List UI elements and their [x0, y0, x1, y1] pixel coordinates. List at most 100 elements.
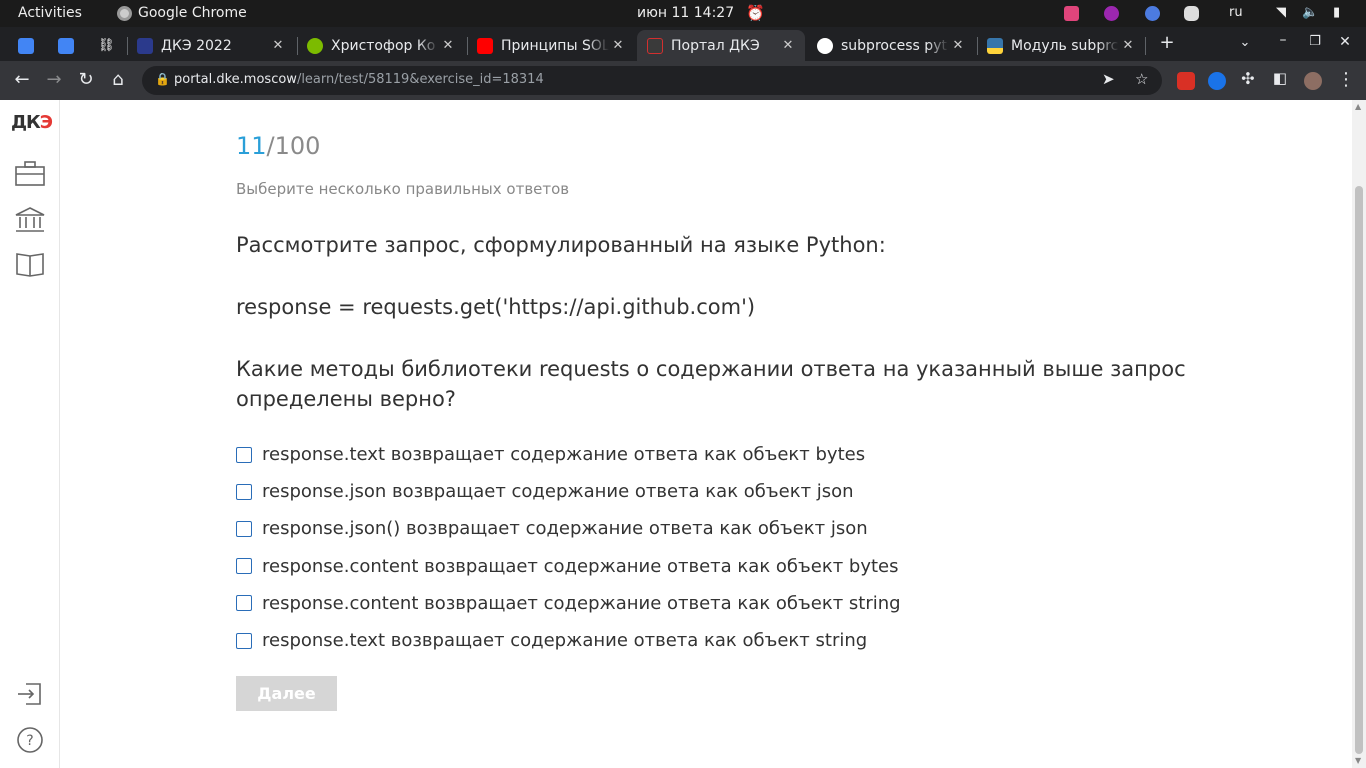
battery-icon[interactable]: ▮ [1333, 5, 1340, 20]
send-icon[interactable]: ➤ [1102, 70, 1115, 88]
tab-dke-portal[interactable]: Портал ДКЭ ✕ [637, 30, 805, 61]
answer-checkbox[interactable] [236, 558, 252, 575]
close-tab-icon[interactable]: ✕ [1119, 38, 1137, 53]
answer-option[interactable]: response.text возвращает содержание отве… [236, 436, 901, 473]
tab-subprocess-search[interactable]: subprocess pyt ✕ [817, 30, 967, 61]
tray-app-icon[interactable] [1064, 6, 1079, 21]
reload-button[interactable]: ↻ [74, 69, 98, 90]
profile-avatar[interactable] [1304, 72, 1322, 90]
bookmark-star-icon[interactable]: ☆ [1135, 70, 1148, 88]
option-label: response.content возвращает содержание о… [262, 592, 901, 614]
scroll-down-arrow-icon[interactable]: ▼ [1355, 756, 1361, 765]
clock[interactable]: июн 11 14:27 [637, 5, 734, 21]
forward-button[interactable]: → [42, 69, 66, 90]
tab-solid-principles[interactable]: Принципы SOL ✕ [477, 30, 627, 61]
page-scrollbar[interactable]: ▲ ▼ [1352, 100, 1366, 768]
close-tab-icon[interactable]: ✕ [609, 38, 627, 53]
tab-dke-2022[interactable]: ДКЭ 2022 ✕ [137, 30, 287, 61]
tab-subprocess-module[interactable]: Модуль subprc ✕ [987, 30, 1137, 61]
back-button[interactable]: ← [10, 69, 34, 90]
option-label: response.text возвращает содержание отве… [262, 444, 866, 466]
app-menu[interactable]: Google Chrome [117, 5, 247, 21]
minimize-button[interactable]: – [1271, 32, 1295, 48]
chrome-icon [117, 5, 132, 21]
scroll-up-arrow-icon[interactable]: ▲ [1355, 102, 1361, 111]
activities-button[interactable]: Activities [18, 5, 82, 21]
option-label: response.json() возвращает содержание от… [262, 518, 868, 540]
volume-icon[interactable]: 🔈 [1302, 5, 1318, 20]
tray-app-icon[interactable] [1145, 6, 1160, 21]
close-tab-icon[interactable]: ✕ [269, 38, 287, 53]
tab-label: subprocess pyt [841, 37, 947, 54]
question-counter: 11/100 [236, 132, 321, 160]
tab-pinned-link[interactable]: ⛓ [98, 30, 120, 61]
briefcase-icon[interactable] [14, 160, 46, 188]
option-label: response.json возвращает содержание отве… [262, 481, 854, 503]
tab-label: Принципы SOL [501, 37, 609, 54]
close-tab-icon[interactable]: ✕ [439, 38, 457, 53]
address-bar[interactable]: 🔒 portal.dke.moscow/learn/test/58119&exe… [142, 66, 1162, 95]
language-indicator[interactable]: ru [1229, 5, 1243, 20]
app-name: Google Chrome [138, 5, 247, 21]
browser-toolbar: ← → ↻ ⌂ 🔒 portal.dke.moscow/learn/test/5… [0, 61, 1366, 100]
extensions-puzzle-icon[interactable]: ✣ [1236, 69, 1260, 88]
answer-option[interactable]: response.json возвращает содержание отве… [236, 473, 901, 510]
tab-khristofor[interactable]: Христофор Ко ✕ [307, 30, 457, 61]
alarm-icon: ⏰ [746, 4, 765, 22]
close-tab-icon[interactable]: ✕ [949, 38, 967, 53]
discord-icon[interactable] [1184, 6, 1199, 21]
question-code: response = requests.get('https://api.git… [236, 295, 756, 319]
tab-strip: ⛓ ДКЭ 2022 ✕ Христофор Ко ✕ Принципы SOL… [0, 27, 1366, 61]
scrollbar-thumb[interactable] [1355, 186, 1363, 754]
answer-checkbox[interactable] [236, 483, 252, 500]
answer-checkbox[interactable] [236, 632, 252, 649]
answer-option[interactable]: response.content возвращает содержание о… [236, 585, 901, 622]
option-label: response.content возвращает содержание о… [262, 555, 899, 577]
answer-checkbox[interactable] [236, 446, 252, 463]
lock-icon[interactable]: 🔒 [155, 72, 170, 86]
answer-option[interactable]: response.content возвращает содержание о… [236, 548, 901, 585]
answer-option[interactable]: response.text возвращает содержание отве… [236, 622, 901, 659]
google-docs-icon [18, 37, 34, 54]
help-icon[interactable]: ? [14, 726, 46, 754]
tab-pinned-docs[interactable] [18, 30, 40, 61]
tab-search-chevron-icon[interactable]: ⌄ [1233, 35, 1257, 50]
google-icon [817, 37, 833, 54]
page: ДКЭ ? 11/100 Выберите несколько правильн… [0, 100, 1366, 768]
link-icon: ⛓ [98, 37, 115, 53]
answer-option[interactable]: response.json() возвращает содержание от… [236, 510, 901, 547]
svg-text:?: ? [26, 733, 33, 749]
wifi-icon[interactable]: ◥ [1276, 5, 1286, 20]
close-window-button[interactable]: ✕ [1333, 34, 1357, 50]
address-url[interactable]: portal.dke.moscow/learn/test/58119&exerc… [174, 72, 544, 87]
new-tab-button[interactable]: + [1155, 32, 1179, 53]
restore-button[interactable]: ❐ [1303, 34, 1327, 49]
dke-portal-icon [647, 37, 663, 54]
dke-logo[interactable]: ДКЭ [11, 112, 53, 133]
home-button[interactable]: ⌂ [106, 69, 130, 90]
institution-icon[interactable] [14, 206, 46, 234]
option-label: response.text возвращает содержание отве… [262, 630, 868, 652]
next-button[interactable]: Далее [236, 676, 337, 711]
answer-checkbox[interactable] [236, 520, 252, 537]
system-top-bar: Activities Google Chrome июн 11 14:27 ⏰ … [0, 0, 1366, 27]
extension-icon[interactable] [1177, 72, 1195, 90]
portal-sidebar: ДКЭ ? [0, 100, 60, 768]
side-panel-icon[interactable]: ◧ [1268, 69, 1292, 87]
close-tab-icon[interactable]: ✕ [779, 38, 797, 53]
tab-label: Христофор Ко [331, 37, 436, 54]
circle-icon [307, 37, 323, 54]
tab-label: Модуль subprc [1011, 37, 1119, 54]
dke-icon [137, 37, 153, 54]
extension-icon[interactable] [1208, 72, 1226, 90]
menu-kebab-icon[interactable]: ⋮ [1334, 69, 1358, 90]
logout-icon[interactable] [14, 680, 46, 708]
book-icon[interactable] [14, 250, 46, 278]
tab-label: Портал ДКЭ [671, 37, 760, 54]
tab-pinned-docs[interactable] [58, 30, 80, 61]
python-icon [987, 37, 1003, 54]
answer-hint: Выберите несколько правильных ответов [236, 180, 570, 198]
youtube-icon [477, 37, 493, 54]
tray-app-icon[interactable] [1104, 6, 1119, 21]
answer-checkbox[interactable] [236, 595, 252, 612]
